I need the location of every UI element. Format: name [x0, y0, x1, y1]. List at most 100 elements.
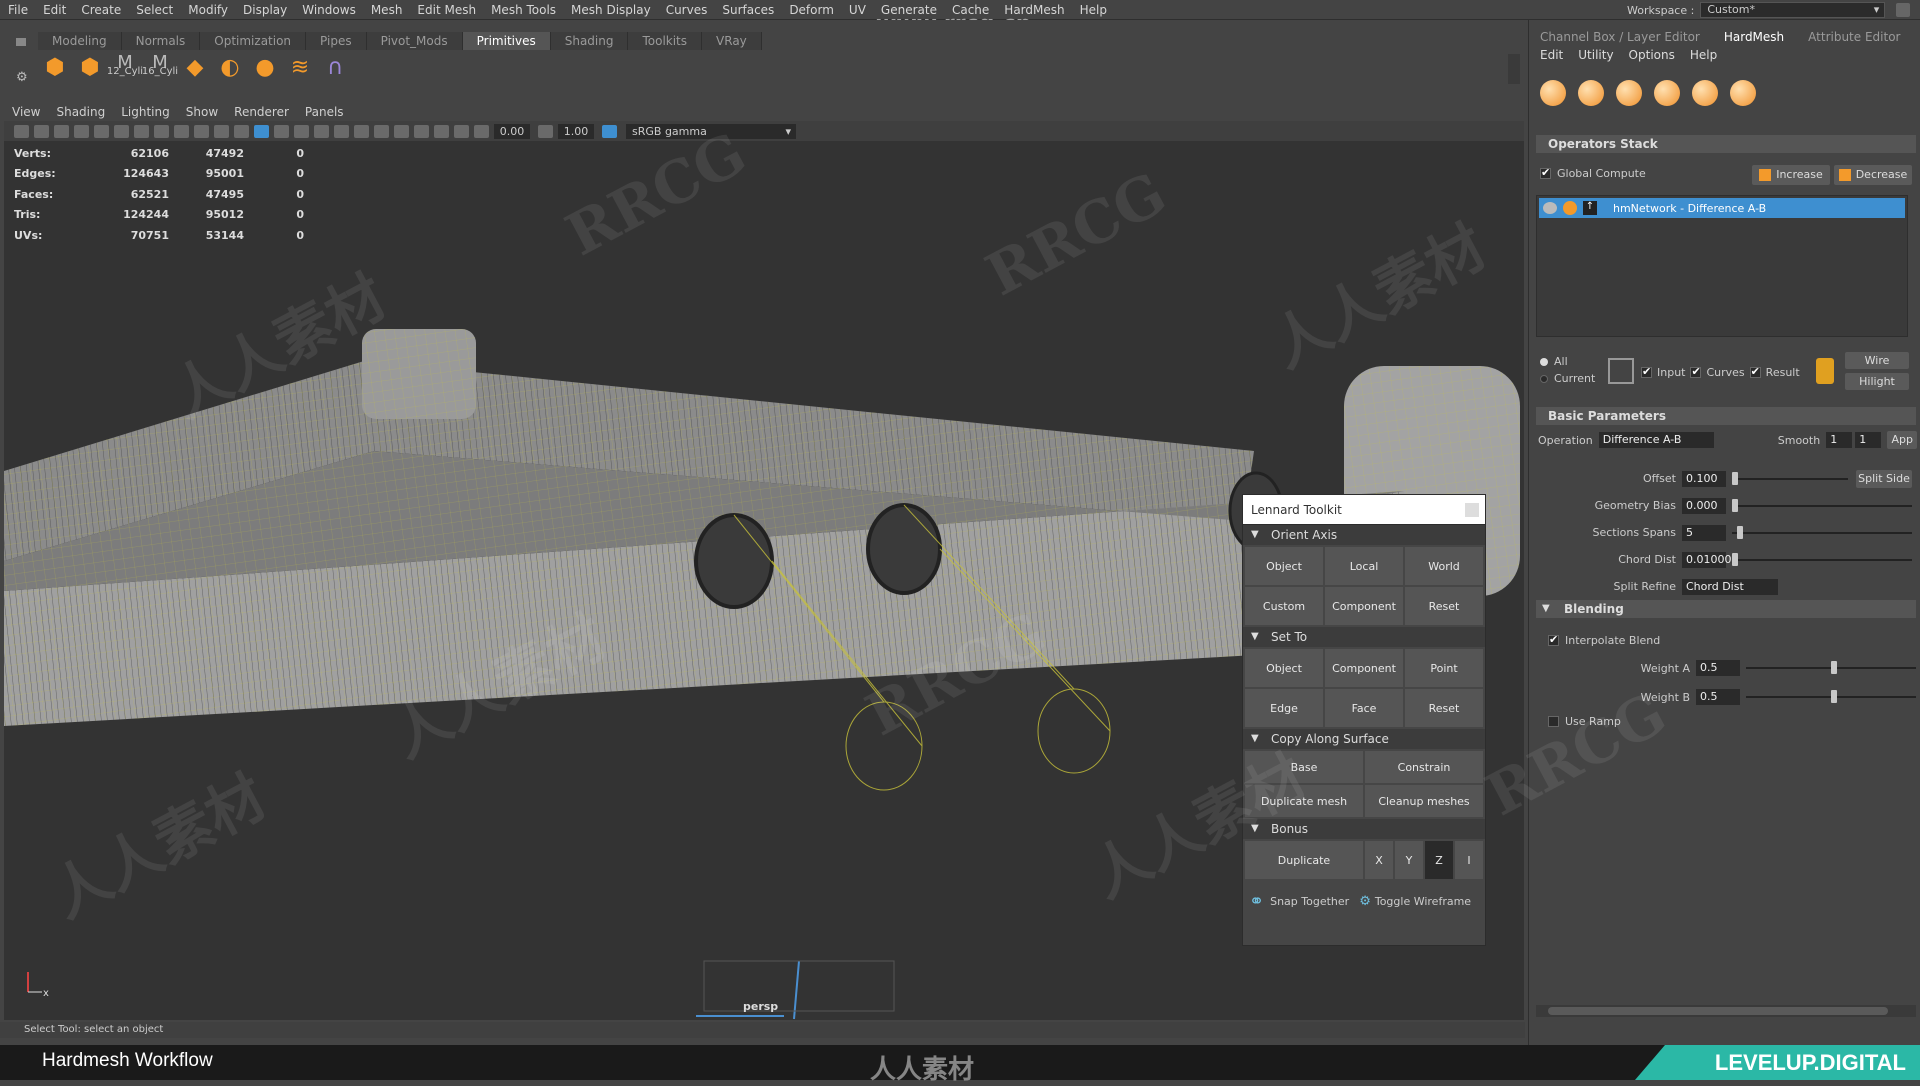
axis-z-button[interactable]: Z	[1425, 841, 1453, 879]
bevel-icon[interactable]	[1692, 80, 1718, 106]
split-side-button[interactable]: Split Side	[1856, 469, 1912, 488]
shelf-tab-normals[interactable]: Normals	[121, 32, 201, 50]
weight-a-field[interactable]: 0.5	[1696, 660, 1740, 676]
shelf-tab-pivot-mods[interactable]: Pivot_Mods	[366, 32, 463, 50]
menu-help[interactable]: Help	[1080, 3, 1107, 17]
weight-a-knob[interactable]	[1831, 661, 1837, 674]
smooth-field-b[interactable]: 1	[1855, 432, 1882, 448]
smooth-shade-icon[interactable]	[254, 124, 269, 138]
lock-icon[interactable]	[1896, 3, 1910, 17]
wire-button[interactable]: Wire	[1845, 352, 1909, 369]
toggle-wireframe-icon[interactable]: ⚙	[1359, 894, 1371, 909]
axis-i-button[interactable]: I	[1455, 841, 1483, 879]
orient-component-button[interactable]: Component	[1325, 587, 1403, 625]
toggle-wireframe-button[interactable]: Toggle Wireframe	[1375, 895, 1471, 908]
orient-reset-button[interactable]: Reset	[1405, 587, 1483, 625]
shelf-tab-primitives[interactable]: Primitives	[462, 32, 551, 50]
grid-icon[interactable]	[94, 124, 109, 138]
smooth-field-a[interactable]: 1	[1826, 432, 1853, 448]
vp-menu-show[interactable]: Show	[186, 105, 218, 119]
lennard-title-bar[interactable]: Lennard Toolkit	[1243, 495, 1485, 525]
cylinder-16-icon[interactable]: M 16_Cyli	[142, 52, 178, 82]
radio-all[interactable]	[1540, 357, 1548, 366]
hm-menu-utility[interactable]: Utility	[1578, 48, 1613, 62]
shelf-scrollbar[interactable]	[1508, 54, 1520, 84]
operator-node-row[interactable]: ↑ hmNetwork - Difference A-B	[1539, 198, 1905, 218]
colorspace-dropdown[interactable]: sRGB gamma	[626, 123, 796, 139]
cube-icon[interactable]: ⬢	[40, 52, 70, 82]
geometry-bias-knob[interactable]	[1732, 498, 1738, 512]
weight-b-slider[interactable]	[1746, 690, 1916, 703]
menu-select[interactable]: Select	[136, 3, 173, 17]
vp-menu-renderer[interactable]: Renderer	[234, 105, 289, 119]
bonus-duplicate-button[interactable]: Duplicate	[1245, 841, 1363, 879]
camera-attr-icon[interactable]	[34, 124, 49, 138]
shadows-icon[interactable]	[334, 124, 349, 138]
operation-dropdown[interactable]: Difference A-B	[1598, 432, 1714, 448]
setto-point-button[interactable]: Point	[1405, 649, 1483, 687]
aa-icon[interactable]	[394, 124, 409, 138]
tab-attribute-editor[interactable]: Attribute Editor	[1796, 28, 1912, 46]
gate-mask-icon[interactable]	[154, 124, 169, 138]
vp-menu-shading[interactable]: Shading	[56, 105, 105, 119]
pin-icon[interactable]: ↑	[1583, 201, 1597, 215]
menu-display[interactable]: Display	[243, 3, 287, 17]
right-panel-hscrollbar[interactable]	[1536, 1005, 1916, 1017]
copy-base-button[interactable]: Base	[1245, 751, 1363, 783]
motion-blur-icon[interactable]	[374, 124, 389, 138]
hilight-button[interactable]: Hilight	[1845, 373, 1909, 390]
orient-object-button[interactable]: Object	[1245, 547, 1323, 585]
lock-display-icon[interactable]	[1816, 358, 1834, 384]
torus-icon[interactable]: ◐	[215, 52, 245, 82]
split-icon[interactable]	[1730, 80, 1756, 106]
shelf-tab-vray[interactable]: VRay	[702, 32, 762, 50]
intersection-icon[interactable]	[1616, 80, 1642, 106]
section-copy-along-surface[interactable]: Copy Along Surface	[1243, 729, 1485, 749]
setto-edge-button[interactable]: Edge	[1245, 689, 1323, 727]
hm-menu-options[interactable]: Options	[1629, 48, 1675, 62]
weight-b-field[interactable]: 0.5	[1696, 689, 1740, 705]
menu-mesh-tools[interactable]: Mesh Tools	[491, 3, 556, 17]
radio-current[interactable]	[1540, 374, 1548, 383]
sphere-icon[interactable]: ●	[250, 52, 280, 82]
tab-more[interactable]: P	[1912, 28, 1920, 46]
xray-icon[interactable]	[434, 124, 449, 138]
section-set-to[interactable]: Set To	[1243, 627, 1485, 647]
section-orient-axis[interactable]: Orient Axis	[1243, 525, 1485, 545]
vp-menu-panels[interactable]: Panels	[305, 105, 344, 119]
geometry-bias-field[interactable]: 0.000	[1682, 497, 1726, 514]
setto-reset-button[interactable]: Reset	[1405, 689, 1483, 727]
cleanup-meshes-button[interactable]: Cleanup meshes	[1365, 785, 1483, 817]
bookmark-icon[interactable]	[54, 124, 69, 138]
textured-icon[interactable]	[294, 124, 309, 138]
duplicate-mesh-button[interactable]: Duplicate mesh	[1245, 785, 1363, 817]
orient-world-button[interactable]: World	[1405, 547, 1483, 585]
section-bonus[interactable]: Bonus	[1243, 819, 1485, 839]
axis-y-button[interactable]: Y	[1395, 841, 1423, 879]
weight-b-knob[interactable]	[1831, 690, 1837, 703]
menu-file[interactable]: File	[8, 3, 28, 17]
camera-icon[interactable]	[14, 124, 29, 138]
tab-channel-box[interactable]: Channel Box / Layer Editor	[1528, 28, 1712, 46]
blending-header[interactable]: Blending	[1536, 600, 1916, 618]
image-plane-icon[interactable]	[74, 124, 89, 138]
sections-spans-field[interactable]: 5	[1682, 524, 1726, 541]
decrease-button[interactable]: Decrease	[1834, 165, 1912, 185]
offset-field[interactable]: 0.100	[1682, 470, 1726, 487]
offset-slider[interactable]	[1732, 471, 1848, 485]
menu-edit[interactable]: Edit	[43, 3, 66, 17]
axis-x-button[interactable]: X	[1365, 841, 1393, 879]
safe-action-icon[interactable]	[194, 124, 209, 138]
orient-custom-button[interactable]: Custom	[1245, 587, 1323, 625]
snap-together-button[interactable]: Snap Together	[1270, 895, 1349, 908]
ao-icon[interactable]	[354, 124, 369, 138]
shelf-collapse-icon[interactable]	[16, 38, 26, 46]
shelf-gear-icon[interactable]: ⚙	[16, 70, 28, 85]
close-icon[interactable]	[1465, 503, 1479, 517]
setto-face-button[interactable]: Face	[1325, 689, 1403, 727]
hm-menu-help[interactable]: Help	[1690, 48, 1717, 62]
menu-create[interactable]: Create	[81, 3, 121, 17]
shelf-tab-modeling[interactable]: Modeling	[38, 32, 122, 50]
copy-constrain-button[interactable]: Constrain	[1365, 751, 1483, 783]
union-icon[interactable]	[1540, 80, 1566, 106]
